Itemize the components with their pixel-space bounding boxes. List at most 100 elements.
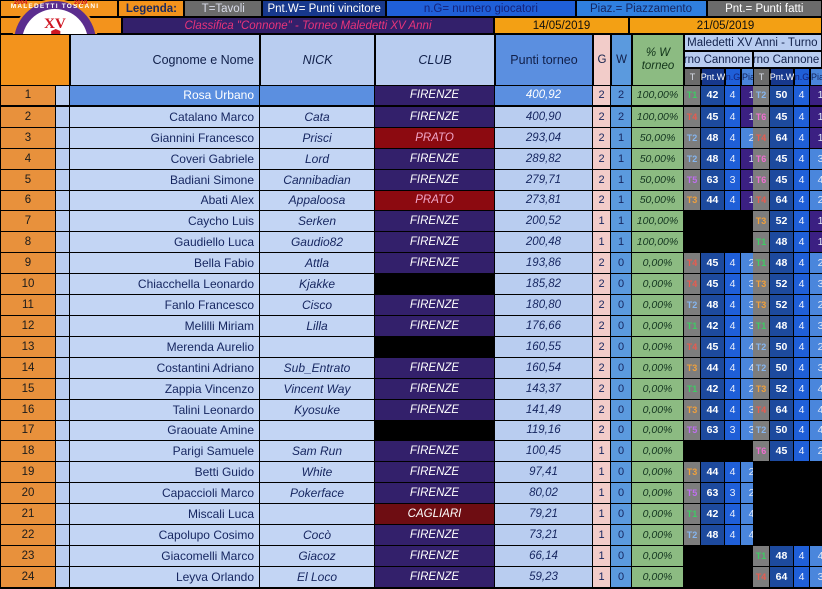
row-player-club: FIRENZE [375, 86, 495, 107]
sub-header-t-turno-02[interactable]: T [753, 68, 770, 86]
table-row[interactable]: 1 Rosa Urbano FIRENZE 400,92 2 2 100,00% T1 42 4 1… [0, 86, 822, 107]
table-row[interactable]: 8 Gaudiello Luca Gaudio82 FIRENZE 200,48 1 1 10… [0, 232, 822, 254]
turno-01-ng: 4 [725, 462, 741, 484]
sub-header-t-turno-01[interactable]: T [684, 68, 701, 86]
table-row[interactable]: 17Graouate Amine119,16200,00%T563331161,… [0, 420, 822, 442]
table-row[interactable]: 24 Leyva Orlando El Loco FIRENZE 59,23 1 0 0,00… [0, 566, 822, 588]
header-club[interactable]: CLUB [375, 34, 495, 86]
table-row[interactable]: 21 Miscali Luca CAGLIARI 79,21 1 0 0,00% T1 42 4 4… [0, 504, 822, 526]
table-row[interactable]: 22 Capolupo Cosimo Cocò FIRENZE 73,21 1 0 0,00%… [0, 525, 822, 546]
table-row[interactable]: 18 Parigi Samuele Sam Run FIRENZE 100,45 1 0 0,… [0, 441, 822, 463]
sub-header-pntw-turno-02[interactable]: Pnt.W [770, 68, 794, 86]
turno-01-pntw-empty [701, 211, 725, 233]
table-row[interactable]: 2 Catalano Marco Cata FIRENZE 400,90 2 2 100,00… [0, 106, 822, 128]
turno-01-t: T4 [684, 253, 701, 275]
table-row[interactable]: 23 Giacomelli Marco Giacoz FIRENZE 66,14 1 0 0,… [0, 545, 822, 567]
turno-02-piaz: 1 [810, 106, 822, 128]
turno-02-t-empty [753, 462, 770, 484]
row-tournament-points: 279,71 [495, 169, 593, 191]
sub-header-ng-turno-02[interactable]: n.G [794, 68, 810, 86]
row-player-name: Bella Fabio [70, 253, 260, 275]
turno-02-t: T1 [753, 315, 770, 337]
row-gap [56, 504, 70, 526]
table-row[interactable]: 13Merenda Aurelio160,55200,00%T445441267… [0, 336, 822, 358]
turno-02-t-empty [753, 504, 770, 526]
turno-02-ng: 4 [794, 211, 810, 233]
row-player-name: Leyva Orlando [70, 566, 260, 588]
row-player-name: Giannini Francesco [70, 127, 260, 149]
row-games: 2 [593, 106, 611, 128]
table-row[interactable]: 14 Costantini Adriano Sub_Entrato FIRENZE 16… [0, 357, 822, 379]
header-points[interactable]: Punti torneo [495, 34, 593, 86]
table-row[interactable]: 20 Capaccioli Marco Pokerface FIRENZE 80,02 1… [0, 483, 822, 505]
turno-02-piaz: 2 [810, 253, 822, 275]
table-row[interactable]: 3 Giannini Francesco Prisci PRATO 293,04 2 1 50… [0, 127, 822, 149]
row-games: 1 [593, 504, 611, 526]
table-row[interactable]: 4 Coveri Gabriele Lord FIRENZE 289,82 2 1 50,00… [0, 148, 822, 170]
turno-02-piaz: 1 [810, 211, 822, 233]
row-player-name: Giacomelli Marco [70, 545, 260, 567]
row-player-club: FIRENZE [375, 169, 495, 191]
row-position: 15 [0, 378, 56, 400]
turno-01-t-empty [684, 441, 701, 463]
table-row[interactable]: 9 Bella Fabio Attla FIRENZE 193,86 2 0 0,00% T4 4… [0, 253, 822, 275]
row-wins: 0 [611, 525, 632, 546]
row-games: 2 [593, 399, 611, 421]
turno-01-t: T3 [684, 190, 701, 212]
table-row[interactable]: 11 Fanlo Francesco Cisco FIRENZE 180,80 2 0 0,0… [0, 295, 822, 316]
row-win-percent: 50,00% [632, 169, 684, 191]
table-row[interactable]: 15 Zappia Vincenzo Vincent Way FIRENZE 143,3… [0, 378, 822, 400]
sub-header-piaz-turno-02[interactable]: Piaz. [810, 68, 822, 86]
header-w[interactable]: W [611, 34, 632, 86]
logo-year-left: 2004 [14, 0, 28, 6]
row-position: 17 [0, 420, 56, 442]
row-gap [56, 336, 70, 358]
row-wins: 1 [611, 232, 632, 254]
table-row[interactable]: 16 Talini Leonardo Kyosuke FIRENZE 141,49 2 0 0… [0, 399, 822, 421]
turno-01-t: T4 [684, 106, 701, 128]
turno-01-pntw: 48 [701, 525, 725, 546]
turno-02-t: T4 [753, 190, 770, 212]
turno-02-ng: 4 [794, 86, 810, 107]
table-row[interactable]: 10 Chiacchella Leonardo Kjakke 185,82 2 0 0,00… [0, 274, 822, 296]
turno-01-pntw: 44 [701, 357, 725, 379]
header-g[interactable]: G [593, 34, 611, 86]
row-gap [56, 315, 70, 337]
turno-01-pntw: 44 [701, 462, 725, 484]
turno-02-pntw: 64 [770, 399, 794, 421]
row-games: 2 [593, 148, 611, 170]
row-games: 1 [593, 483, 611, 505]
turno-01-pntw: 42 [701, 315, 725, 337]
row-position: 11 [0, 295, 56, 316]
row-player-nick: Serken [260, 211, 375, 233]
header-win-percent[interactable]: % W torneo [632, 34, 684, 86]
row-tournament-points: 180,80 [495, 295, 593, 316]
turno-02-pntw: 45 [770, 169, 794, 191]
turno-02-ng: 4 [794, 232, 810, 254]
table-row[interactable]: 7 Caycho Luis Serken FIRENZE 200,52 1 1 100,00%… [0, 211, 822, 233]
row-gap [56, 525, 70, 546]
row-wins: 0 [611, 545, 632, 567]
table-row[interactable]: 6 Abati Alex Appaloosa PRATO 273,81 2 1 50,00% T… [0, 190, 822, 212]
row-player-nick: Appaloosa [260, 190, 375, 212]
turno-02-ng: 4 [794, 336, 810, 358]
header-name[interactable]: Cognome e Nome [70, 34, 260, 86]
row-win-percent: 0,00% [632, 399, 684, 421]
turno-01-ng: 4 [725, 295, 741, 316]
table-row[interactable]: 19 Betti Guido White FIRENZE 97,41 1 0 0,00% T3 4… [0, 462, 822, 484]
row-gap [56, 483, 70, 505]
sub-header-ng-turno-01[interactable]: n.G [725, 68, 741, 86]
row-games: 2 [593, 315, 611, 337]
turno-02-ng: 4 [794, 545, 810, 567]
turno-02-piaz: 4 [810, 378, 822, 400]
table-row[interactable]: 5 Badiani Simone Cannibadian FIRENZE 279,71 2… [0, 169, 822, 191]
sub-header-pntw-turno-01[interactable]: Pnt.W [701, 68, 725, 86]
row-tournament-points: 79,21 [495, 504, 593, 526]
turno-02-piaz: 3 [810, 274, 822, 296]
row-player-name: Chiacchella Leonardo [70, 274, 260, 296]
header-nick[interactable]: NICK [260, 34, 375, 86]
turno-02-piaz-empty [810, 504, 822, 526]
turno-02-piaz: 3 [810, 566, 822, 588]
row-wins: 0 [611, 253, 632, 275]
table-row[interactable]: 12 Melilli Miriam Lilla FIRENZE 176,66 2 0 0,00… [0, 315, 822, 337]
